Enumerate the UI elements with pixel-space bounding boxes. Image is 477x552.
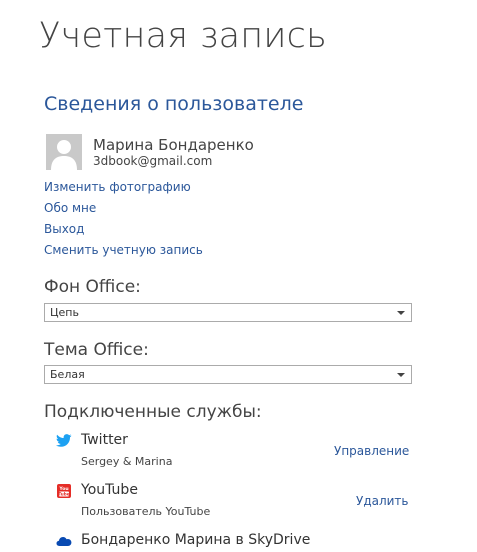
youtube-service-name: YouTube bbox=[81, 482, 138, 498]
office-background-value: Цепь bbox=[50, 306, 79, 319]
connected-services-label: Подключенные службы: bbox=[44, 402, 262, 422]
office-theme-label: Тема Office: bbox=[44, 340, 149, 360]
twitter-service-name: Twitter bbox=[81, 432, 128, 448]
skydrive-service-name: Бондаренко Марина в SkyDrive bbox=[81, 532, 311, 548]
user-email: 3dbook@gmail.com bbox=[93, 154, 213, 168]
user-info-heading: Сведения о пользователе bbox=[44, 93, 304, 115]
avatar bbox=[46, 134, 82, 170]
dropdown-arrow-icon bbox=[397, 373, 405, 377]
svg-text:Tube: Tube bbox=[58, 492, 69, 497]
youtube-icon: You Tube bbox=[56, 483, 72, 498]
youtube-remove-link[interactable]: Удалить bbox=[356, 494, 409, 508]
user-silhouette-icon bbox=[46, 134, 82, 170]
about-me-link[interactable]: Обо мне bbox=[44, 201, 96, 215]
twitter-manage-link[interactable]: Управление bbox=[334, 444, 409, 458]
sign-out-link[interactable]: Выход bbox=[44, 222, 84, 236]
change-photo-link[interactable]: Изменить фотографию bbox=[44, 180, 191, 194]
youtube-account-name: Пользователь YouTube bbox=[81, 505, 211, 518]
skydrive-icon bbox=[56, 533, 72, 547]
twitter-account-name: Sergey & Marina bbox=[81, 455, 173, 468]
office-theme-value: Белая bbox=[50, 368, 85, 381]
user-name: Марина Бондаренко bbox=[93, 136, 254, 154]
switch-account-link[interactable]: Сменить учетную запись bbox=[44, 243, 203, 257]
twitter-icon bbox=[56, 433, 72, 447]
office-background-select[interactable]: Цепь bbox=[44, 303, 412, 322]
dropdown-arrow-icon bbox=[397, 311, 405, 315]
page-title: Учетная запись bbox=[39, 16, 327, 56]
office-background-label: Фон Office: bbox=[44, 277, 141, 297]
office-theme-select[interactable]: Белая bbox=[44, 365, 412, 384]
